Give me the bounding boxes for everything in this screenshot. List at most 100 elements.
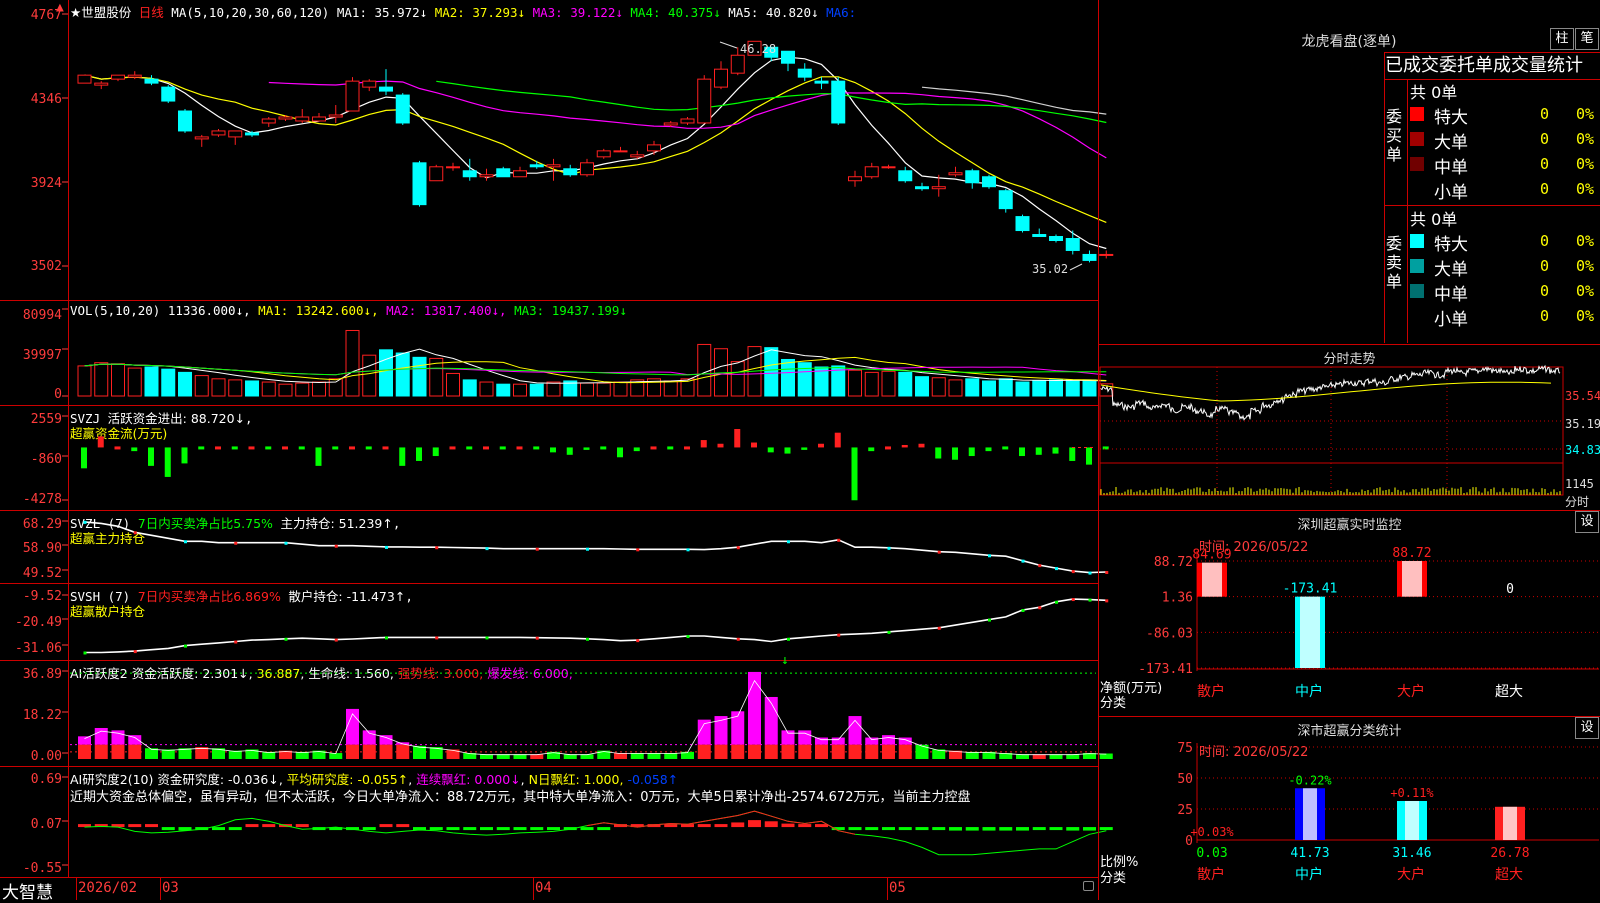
order-total: 共 0单 (1410, 79, 1457, 103)
volume-bar (1016, 382, 1029, 396)
monitor-category: 散户 (1197, 683, 1225, 700)
holding-marker (1022, 560, 1025, 563)
order-row-value: 0 (1540, 155, 1549, 173)
candle (681, 119, 694, 123)
activity-bar (849, 745, 862, 759)
ai-activity-panel[interactable]: 36.89 18.22 0.00 AI活跃度2 资金活跃度: 2.301↓, 3… (0, 661, 1098, 767)
volume-bar (983, 381, 996, 396)
monitor-category: 大户 (1397, 683, 1425, 700)
ai-activity-chart[interactable]: ↓ (0, 661, 1098, 766)
brand-logo[interactable]: 大智慧 (2, 878, 53, 903)
svzl-chart[interactable] (0, 511, 1098, 583)
activity-bar (229, 751, 242, 759)
lock-icon[interactable] (1083, 881, 1094, 891)
candle (815, 81, 828, 83)
volume-bar (329, 379, 342, 396)
candle (95, 83, 108, 85)
volume-bar (229, 380, 242, 396)
intraday-tick: 35.54 (1565, 389, 1600, 403)
svzj-panel[interactable]: 2559 -860 -4278 SVZJ 活跃资金进出: 88.720↓, 超赢… (0, 406, 1098, 511)
flow-dash (466, 446, 472, 449)
volume-bar (128, 368, 141, 396)
volume-bar (195, 376, 208, 396)
volume-panel[interactable]: 80994 39997 0 VOL(5,10,20) 11336.000↓, M… (0, 301, 1098, 406)
flow-dash (215, 446, 221, 449)
volume-bar (782, 359, 795, 396)
research-bar (212, 827, 225, 830)
flow-dash (366, 446, 372, 449)
candle (1016, 217, 1029, 231)
volume-bar (413, 357, 426, 396)
volume-bar (949, 380, 962, 396)
intraday-chart[interactable] (1099, 345, 1600, 510)
candle (128, 75, 141, 77)
intraday-panel[interactable]: 分时走势 35.54 35.19 34.83 1145 分时 (1099, 345, 1600, 511)
candle (363, 81, 376, 87)
flow-bar (902, 445, 908, 447)
volume-bar (765, 348, 778, 396)
volume-bar (1083, 380, 1096, 396)
research-bar (798, 824, 811, 827)
volume-bar (547, 382, 560, 396)
research-bar (966, 827, 979, 830)
order-row-name: 大单 (1434, 128, 1468, 153)
candle (999, 191, 1012, 209)
candle (262, 119, 275, 123)
holding-marker (486, 636, 489, 639)
ai-research-chart[interactable] (0, 767, 1098, 877)
research-bar (246, 824, 259, 827)
research-bar (698, 824, 711, 827)
flow-bar (1053, 447, 1059, 453)
tick-view-button[interactable]: 笔 (1575, 28, 1599, 50)
volume-bar (95, 363, 108, 396)
svsh-panel[interactable]: -9.52 -20.49 -31.06 SVSH (7) 7日内买卖净占比6.8… (0, 584, 1098, 661)
flow-dash (249, 446, 255, 449)
holding-marker (787, 540, 790, 543)
order-row-percent: 0% (1576, 155, 1594, 173)
flow-bar (1036, 447, 1042, 454)
volume-bar (966, 379, 979, 396)
intraday-tick: 34.83 (1565, 443, 1600, 457)
volume-bar (514, 384, 527, 396)
order-row-value: 0 (1540, 282, 1549, 300)
order-row-percent: 0% (1576, 105, 1594, 123)
svzl-panel[interactable]: 68.29 58.90 49.52 SVZL (7) 7日内买卖净占比5.75%… (0, 511, 1098, 584)
research-bar (162, 827, 175, 830)
volume-chart[interactable] (0, 301, 1098, 405)
bar-view-button[interactable]: 柱 (1550, 28, 1574, 50)
research-bar (815, 824, 828, 827)
holding-marker (486, 547, 489, 550)
candle (346, 81, 359, 111)
order-row-name: 小单 (1434, 305, 1468, 330)
order-row-percent: 0% (1576, 232, 1594, 250)
volume-bar (463, 380, 476, 396)
candle (447, 167, 460, 168)
candle (246, 133, 259, 135)
flow-bar (433, 447, 439, 456)
order-row-value: 0 (1540, 307, 1549, 325)
volume-bar (731, 362, 744, 396)
holding-marker (1089, 572, 1092, 575)
flow-bar (182, 447, 188, 463)
activity-bar (815, 738, 828, 745)
research-bar (145, 824, 158, 827)
candlestick-panel[interactable]: 4767 4346 3924 3502 ▲ ★世盟股份 日线 MA(5,10,2… (0, 0, 1098, 301)
flow-bar (768, 447, 774, 452)
holding-marker (687, 548, 690, 551)
candle (1033, 235, 1046, 237)
svsh-chart[interactable] (0, 584, 1098, 660)
research-bar (664, 824, 677, 827)
holding-marker (84, 651, 87, 654)
svzj-chart[interactable] (0, 406, 1098, 510)
order-row-percent: 0% (1576, 282, 1594, 300)
flow-dash (450, 446, 456, 449)
volume-bar (932, 378, 945, 396)
candlestick-chart[interactable] (0, 0, 1098, 300)
monitor-tick: 1.36 (1162, 591, 1193, 606)
research-bar (999, 827, 1012, 830)
candle (698, 79, 711, 123)
candle (798, 69, 811, 77)
ai-research-panel[interactable]: 0.69 0.07 -0.55 AI研究度2(10) 资金研究度: -0.036… (0, 767, 1098, 878)
candle (664, 123, 677, 125)
holding-marker (1038, 564, 1041, 567)
